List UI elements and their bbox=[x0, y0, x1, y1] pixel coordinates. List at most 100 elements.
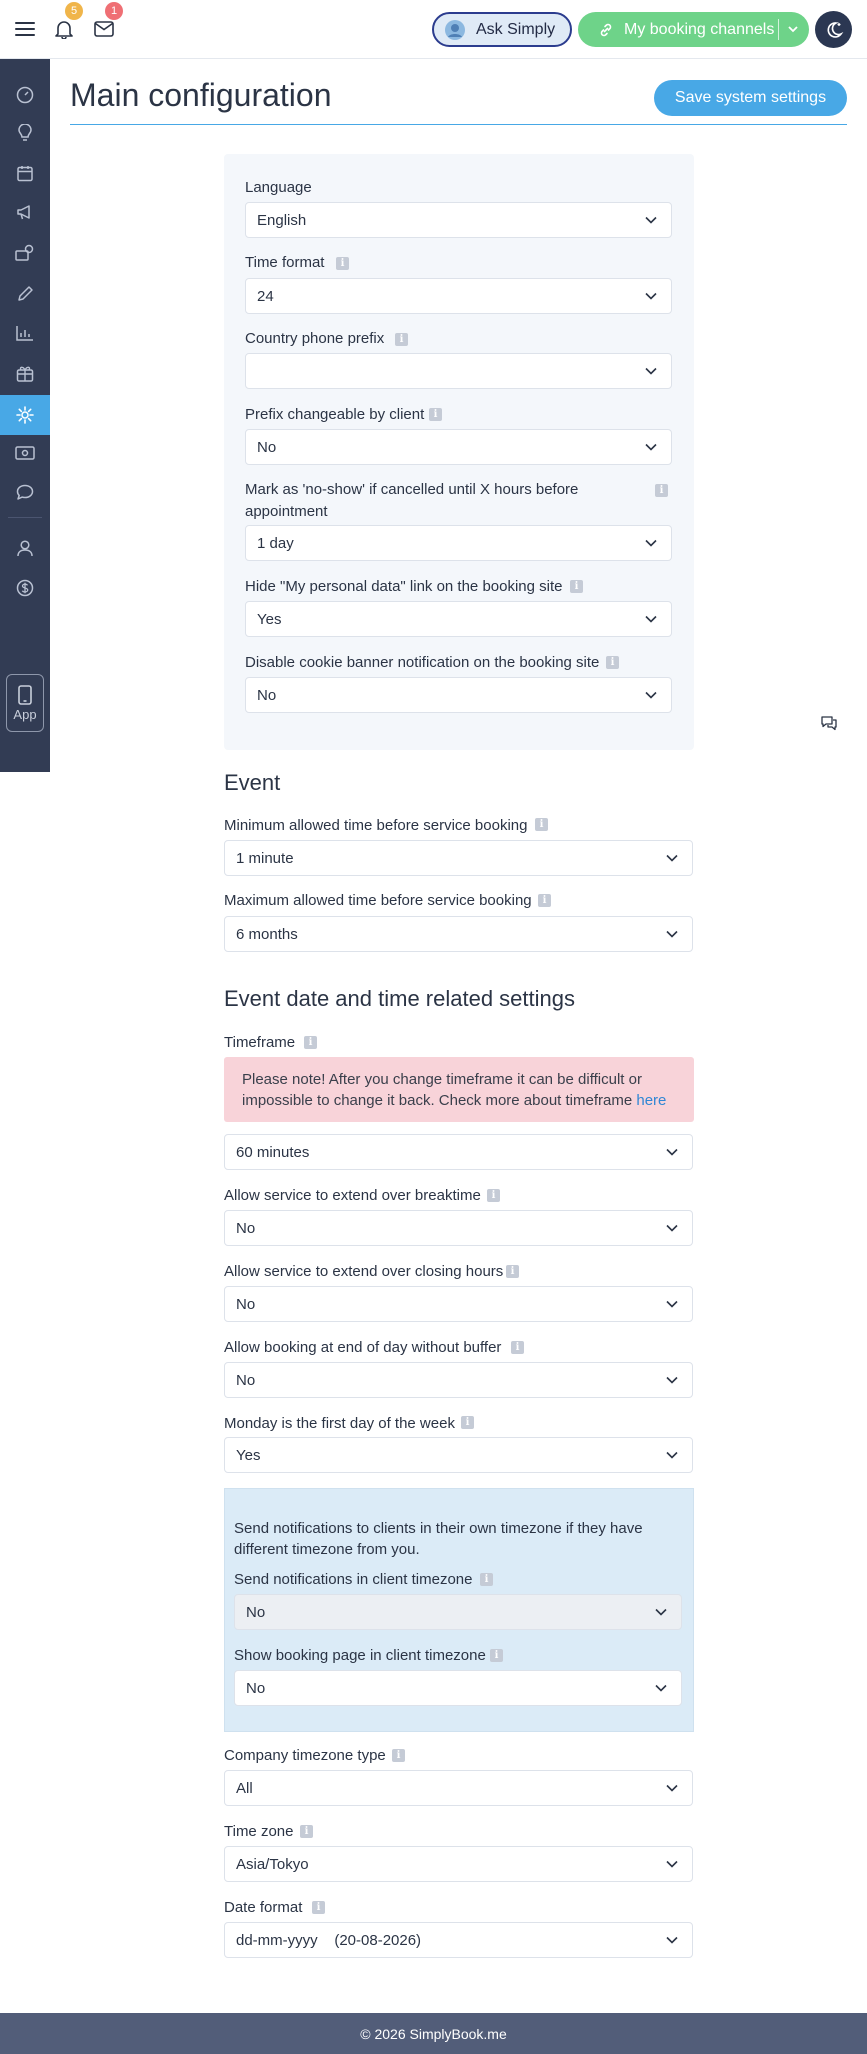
breaktime-select[interactable]: No bbox=[224, 1210, 693, 1246]
info-icon[interactable]: i bbox=[336, 257, 349, 270]
info-icon[interactable]: i bbox=[487, 1189, 500, 1202]
footer: © 2026 SimplyBook.me bbox=[0, 2013, 867, 2054]
date-format-value: dd-mm-yyyy (20-08-2026) bbox=[236, 1932, 422, 1949]
sidebar-item-payments[interactable] bbox=[0, 434, 50, 472]
monday-first-label: Monday is the first day of the week bbox=[224, 1415, 455, 1432]
theme-toggle-button[interactable] bbox=[815, 11, 852, 48]
sidebar-item-reports[interactable] bbox=[0, 314, 50, 352]
client-tz-notif-select[interactable]: No bbox=[234, 1594, 682, 1630]
disable-cookie-value: No bbox=[257, 687, 277, 704]
ask-simply-button[interactable]: Ask Simply bbox=[432, 12, 572, 47]
date-format-select[interactable]: dd-mm-yyyy (20-08-2026) bbox=[224, 1922, 693, 1958]
timeframe-help-link[interactable]: here bbox=[636, 1092, 666, 1109]
info-icon[interactable]: i bbox=[570, 580, 583, 593]
chevron-down-icon bbox=[666, 1451, 678, 1459]
language-label: Language bbox=[245, 179, 312, 196]
phone-prefix-label: Country phone prefix bbox=[245, 330, 385, 347]
info-icon[interactable]: i bbox=[312, 1901, 325, 1914]
sidebar-item-profile[interactable] bbox=[0, 529, 50, 567]
sidebar-item-ideas[interactable] bbox=[0, 114, 50, 152]
sidebar-item-calendar[interactable] bbox=[0, 154, 50, 192]
disable-cookie-select[interactable]: No bbox=[245, 677, 672, 713]
chat-bubbles-icon bbox=[821, 716, 837, 731]
end-of-day-select[interactable]: No bbox=[224, 1362, 693, 1398]
event-section-title: Event bbox=[224, 770, 281, 795]
client-tz-page-select[interactable]: No bbox=[234, 1670, 682, 1706]
sidebar-item-billing[interactable] bbox=[0, 569, 50, 607]
info-icon[interactable]: i bbox=[392, 1749, 405, 1762]
info-icon[interactable]: i bbox=[490, 1649, 503, 1662]
monday-first-select[interactable]: Yes bbox=[224, 1437, 693, 1473]
max-time-value: 6 months bbox=[236, 926, 298, 943]
end-of-day-value: No bbox=[236, 1372, 256, 1389]
chevron-down-icon bbox=[666, 1784, 678, 1792]
timeframe-select[interactable]: 60 minutes bbox=[224, 1134, 693, 1170]
info-icon[interactable]: i bbox=[535, 818, 548, 831]
gear-icon bbox=[16, 406, 34, 424]
warning-line1: Please note! After you change timeframe … bbox=[242, 1071, 642, 1088]
notifications-badge: 5 bbox=[65, 2, 83, 20]
disable-cookie-label: Disable cookie banner notification on th… bbox=[245, 654, 600, 671]
info-icon[interactable]: i bbox=[461, 1416, 474, 1429]
notifications-button[interactable]: 5 bbox=[49, 2, 83, 44]
chat-icon bbox=[16, 484, 34, 500]
info-icon[interactable]: i bbox=[304, 1036, 317, 1049]
language-select[interactable]: English bbox=[245, 202, 672, 238]
title-underline bbox=[70, 124, 847, 125]
sidebar-item-messages[interactable] bbox=[0, 473, 50, 511]
booking-channels-button[interactable]: My booking channels bbox=[578, 12, 809, 47]
info-icon[interactable]: i bbox=[395, 333, 408, 346]
mobile-app-button[interactable]: App bbox=[6, 674, 44, 732]
chevron-down-icon bbox=[666, 930, 678, 938]
sidebar-item-clients[interactable] bbox=[0, 233, 50, 271]
moon-icon bbox=[827, 21, 843, 38]
save-settings-button[interactable]: Save system settings bbox=[654, 80, 847, 116]
max-time-select[interactable]: 6 months bbox=[224, 916, 693, 952]
no-show-select[interactable]: 1 day bbox=[245, 525, 672, 561]
no-show-label-line2: appointment bbox=[245, 503, 328, 520]
info-icon[interactable]: i bbox=[506, 1265, 519, 1278]
info-icon[interactable]: i bbox=[655, 484, 668, 497]
bell-icon bbox=[55, 20, 73, 39]
money-icon bbox=[15, 446, 35, 460]
info-icon[interactable]: i bbox=[511, 1341, 524, 1354]
sidebar-item-settings[interactable] bbox=[0, 395, 50, 435]
prefix-changeable-value: No bbox=[257, 439, 277, 456]
warning-line2: impossible to change it back. Check more… bbox=[242, 1092, 633, 1109]
company-tz-type-select[interactable]: All bbox=[224, 1770, 693, 1806]
timezone-select[interactable]: Asia/Tokyo bbox=[224, 1846, 693, 1882]
chevron-down-icon bbox=[645, 216, 657, 224]
prefix-changeable-select[interactable]: No bbox=[245, 429, 672, 465]
info-icon[interactable]: i bbox=[480, 1573, 493, 1586]
sidebar-item-design[interactable] bbox=[0, 274, 50, 312]
sidebar-divider bbox=[8, 517, 42, 518]
chevron-down-icon bbox=[666, 854, 678, 862]
chat-widget-button[interactable] bbox=[820, 715, 838, 736]
time-format-value: 24 bbox=[257, 288, 274, 305]
info-icon[interactable]: i bbox=[606, 656, 619, 669]
date-format-label: Date format bbox=[224, 1899, 303, 1916]
chevron-down-icon bbox=[666, 1148, 678, 1156]
messages-button[interactable]: 1 bbox=[89, 2, 123, 44]
sidebar-item-features[interactable] bbox=[0, 354, 50, 392]
no-show-label-line1: Mark as 'no-show' if cancelled until X h… bbox=[245, 481, 579, 498]
min-time-select[interactable]: 1 minute bbox=[224, 840, 693, 876]
company-tz-type-label: Company timezone type bbox=[224, 1747, 386, 1764]
datetime-section-title: Event date and time related settings bbox=[224, 986, 575, 1011]
closing-hours-select[interactable]: No bbox=[224, 1286, 693, 1322]
chevron-down-icon bbox=[666, 1860, 678, 1868]
phone-prefix-select[interactable] bbox=[245, 353, 672, 389]
chevron-down-icon[interactable] bbox=[786, 20, 800, 38]
hide-personal-select[interactable]: Yes bbox=[245, 601, 672, 637]
hamburger-menu-icon[interactable] bbox=[10, 14, 40, 44]
sidebar-item-dashboard[interactable] bbox=[0, 76, 50, 114]
info-icon[interactable]: i bbox=[429, 408, 442, 421]
time-format-select[interactable]: 24 bbox=[245, 278, 672, 314]
timezone-value: Asia/Tokyo bbox=[236, 1856, 309, 1873]
min-time-label: Minimum allowed time before service book… bbox=[224, 817, 528, 834]
monday-first-value: Yes bbox=[236, 1447, 261, 1464]
pencil-icon bbox=[17, 285, 33, 301]
info-icon[interactable]: i bbox=[538, 894, 551, 907]
info-icon[interactable]: i bbox=[300, 1825, 313, 1838]
sidebar-item-marketing[interactable] bbox=[0, 193, 50, 231]
